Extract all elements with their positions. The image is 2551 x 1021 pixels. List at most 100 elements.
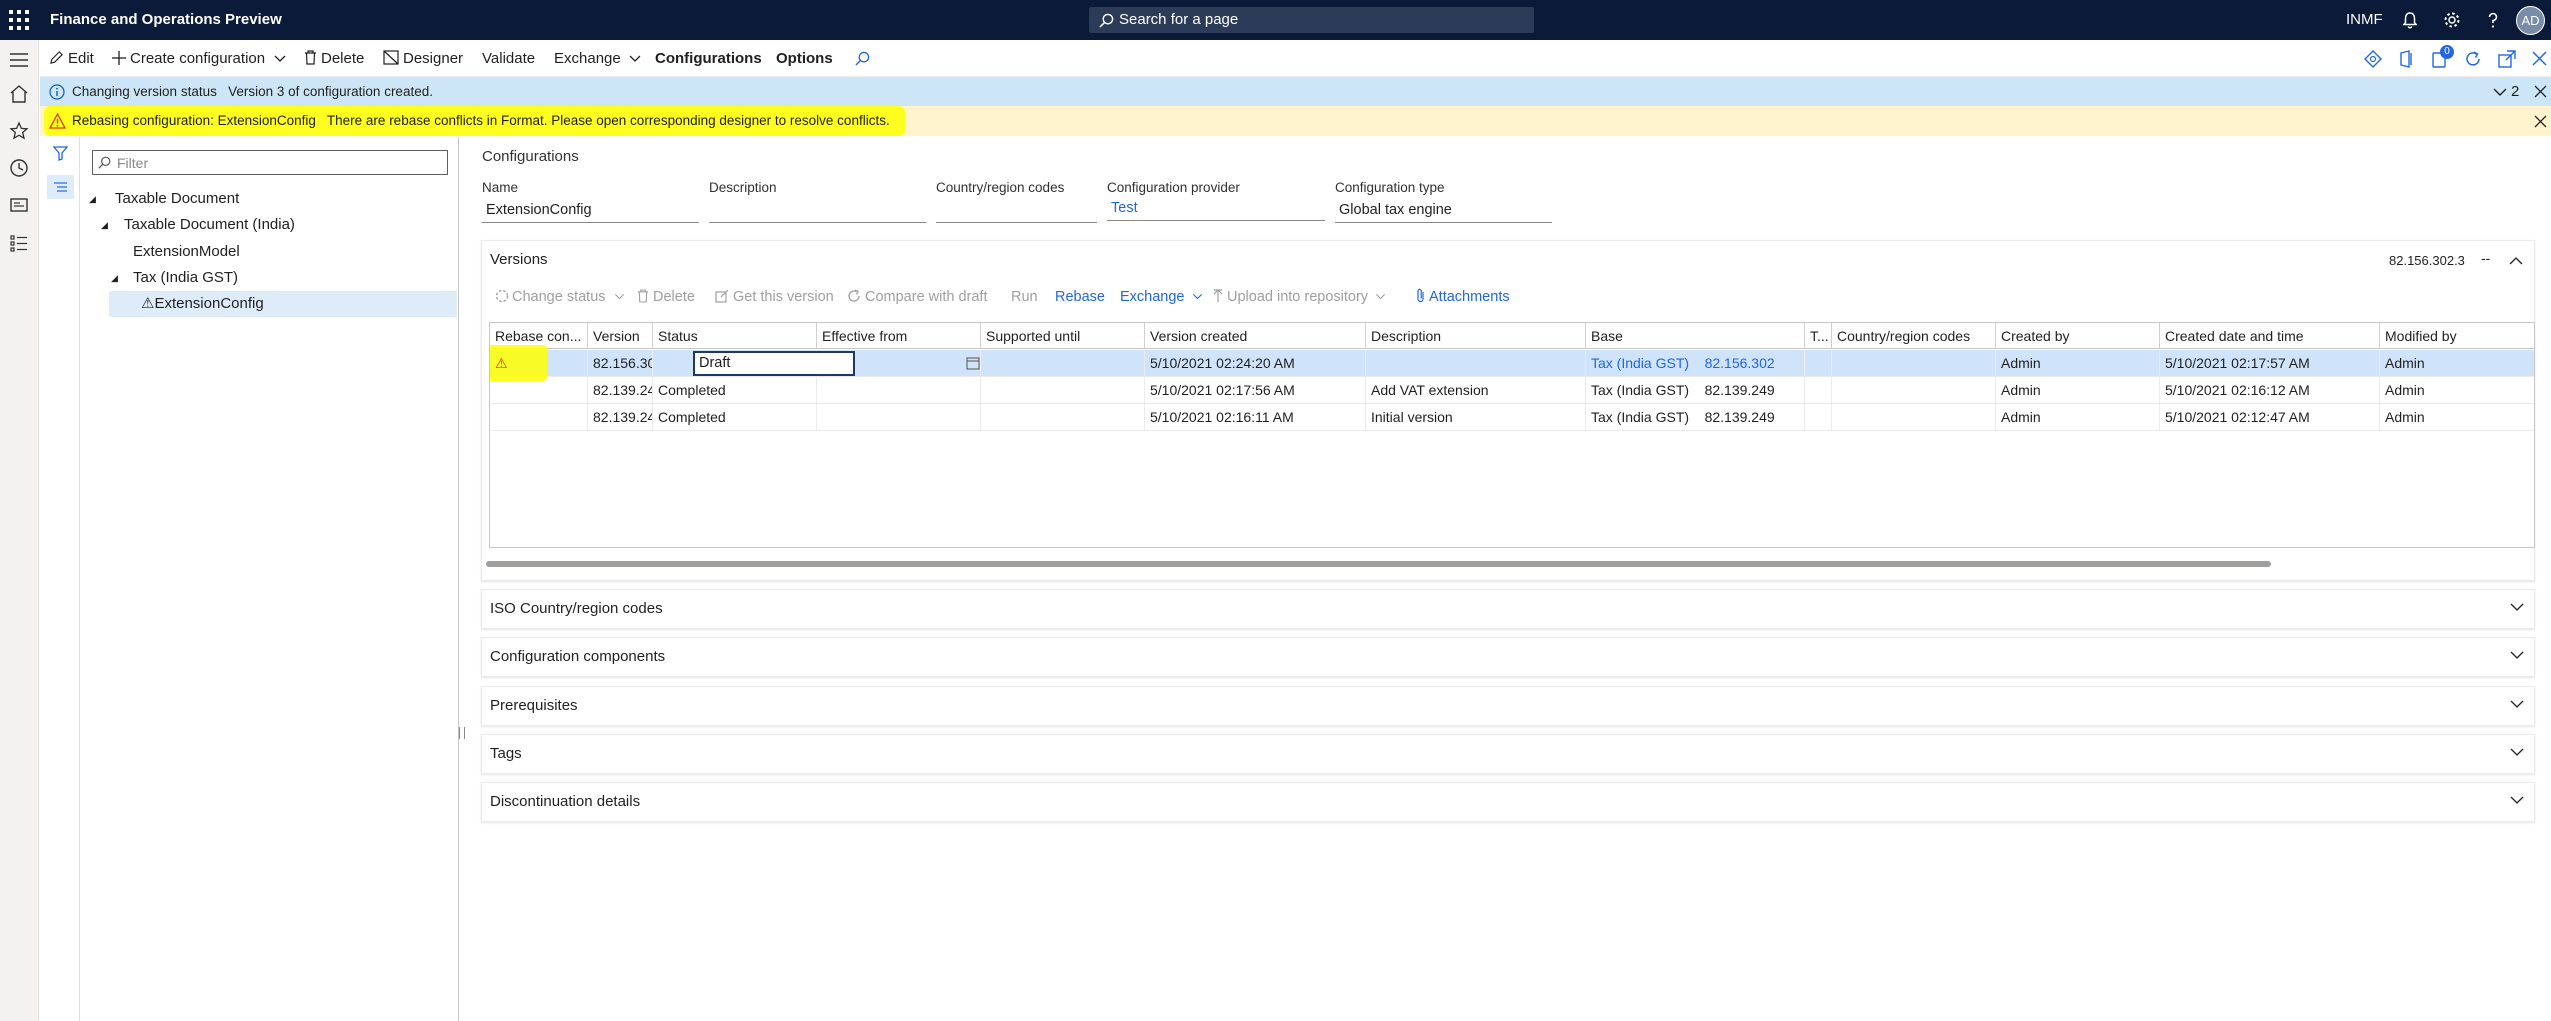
cell-modified-by[interactable]: Admin [2380,377,2534,404]
cell-created-date-time[interactable]: 5/10/2021 02:17:57 AM [2160,350,2380,377]
change-status-menu[interactable]: Change status [495,284,625,310]
workspaces-icon[interactable] [9,195,29,215]
exchange-versions-menu[interactable]: Exchange [1120,284,1203,310]
search-box[interactable]: Search for a page [1089,7,1534,33]
cell-status[interactable]: Completed [653,404,817,431]
cell-description[interactable]: Initial version [1366,404,1586,431]
cell-country-codes[interactable] [1832,377,1996,404]
column-header-base[interactable]: Base [1586,323,1805,349]
chevron-down-icon[interactable] [2510,795,2524,805]
refresh-icon[interactable] [2464,50,2482,68]
cell-status[interactable]: Completed [653,377,817,404]
company-picker[interactable]: INMF [2346,0,2383,40]
country-codes-field[interactable] [936,198,1097,223]
cell-version[interactable]: 82.156.302.3 [588,350,653,377]
column-header-version[interactable]: Version [588,323,653,349]
filter-icon[interactable] [53,146,68,161]
name-field[interactable]: ExtensionConfig [482,198,699,223]
configurations-tab[interactable]: Configurations [655,40,762,77]
tree-filter-input[interactable] [92,150,448,175]
options-tab[interactable]: Options [776,40,833,77]
description-field[interactable] [709,198,926,223]
base-version-link[interactable]: 82.156.302 [1705,355,1775,371]
create-configuration-button[interactable]: Create configuration [112,40,290,77]
attachments-button[interactable]: Attachments [1416,284,1510,310]
cell-base[interactable]: Tax (India GST) 82.139.249 [1586,404,1805,431]
avatar[interactable]: AD [2516,6,2545,35]
tags-fasttab[interactable]: Tags [481,734,2535,774]
compare-with-draft-button[interactable]: Compare with draft [847,284,988,310]
tree-view-toggle[interactable] [47,175,74,199]
cell-rebase-conflicts[interactable] [490,404,588,431]
close-icon[interactable] [2534,115,2547,128]
cell-version[interactable]: 82.139.249.1 [588,404,653,431]
cell-supported-until[interactable] [981,350,1145,377]
hamburger-menu-icon[interactable] [9,50,29,70]
cell-created-by[interactable]: Admin [1996,350,2160,377]
column-header-status[interactable]: Status [653,323,817,349]
column-header-t[interactable]: T... [1805,323,1832,349]
cell-base[interactable]: Tax (India GST) 82.156.302 [1586,350,1805,377]
cell-effective-from[interactable] [817,377,981,404]
home-icon[interactable] [9,84,29,104]
base-link[interactable]: Tax (India GST) [1591,355,1689,371]
app-title[interactable]: Finance and Operations Preview [50,11,282,28]
cell-t[interactable] [1805,350,1832,377]
chevron-down-icon[interactable] [2510,699,2524,709]
provider-link[interactable]: Test [1107,196,1325,221]
cell-description[interactable]: Add VAT extension [1366,377,1586,404]
cell-t[interactable] [1805,404,1832,431]
column-header-created-by[interactable]: Created by [1996,323,2160,349]
cell-created-date-time[interactable]: 5/10/2021 02:16:12 AM [2160,377,2380,404]
delete-version-button[interactable]: Delete [637,284,695,310]
expanded-triangle-icon[interactable]: ◢ [101,212,108,238]
calendar-icon[interactable] [966,356,980,370]
delete-button[interactable]: Delete [304,40,364,77]
table-row[interactable]: ⚠ 82.156.302.3 Draft 5/10/2021 02:24:20 … [490,345,2534,381]
upload-into-repository-menu[interactable]: Upload into repository [1213,284,1386,310]
configuration-components-fasttab[interactable]: Configuration components [481,637,2535,677]
configuration-type-field[interactable]: Global tax engine [1335,198,1552,223]
search-actions-icon[interactable] [855,51,870,66]
cell-supported-until[interactable] [981,404,1145,431]
versions-title[interactable]: Versions [490,251,548,268]
discontinuation-details-fasttab[interactable]: Discontinuation details [481,782,2535,822]
column-header-modified-by[interactable]: Modified by [2380,323,2534,349]
open-new-window-icon[interactable] [2498,50,2516,68]
tree-node-extension-model[interactable]: ExtensionModel [133,239,240,265]
cell-country-codes[interactable] [1832,350,1996,377]
cell-created-by[interactable]: Admin [1996,377,2160,404]
close-icon[interactable] [2534,85,2547,98]
cell-version-created[interactable]: 5/10/2021 02:16:11 AM [1145,404,1366,431]
chevron-down-icon[interactable] [2510,747,2524,757]
chevron-down-icon[interactable] [2493,86,2507,98]
iso-country-codes-fasttab[interactable]: ISO Country/region codes [481,589,2535,629]
cell-version[interactable]: 82.139.249.2 [588,377,653,404]
rebase-button[interactable]: Rebase [1055,284,1105,310]
gear-icon[interactable] [2442,10,2462,30]
cell-version-created[interactable]: 5/10/2021 02:24:20 AM [1145,350,1366,377]
help-icon[interactable] [2483,10,2503,30]
bell-icon[interactable] [2400,10,2420,30]
chevron-down-icon[interactable] [2510,650,2524,660]
favorites-star-icon[interactable] [9,121,29,141]
chevron-down-icon[interactable] [2510,602,2524,612]
cell-created-by[interactable]: Admin [1996,404,2160,431]
modules-list-icon[interactable] [9,233,29,253]
expanded-triangle-icon[interactable]: ◢ [89,186,96,212]
office-integration-icon[interactable] [2364,50,2382,68]
column-header-version-created[interactable]: Version created [1145,323,1366,349]
app-launcher-icon[interactable] [9,10,29,30]
cell-effective-from[interactable] [817,404,981,431]
panel-splitter-handle[interactable] [459,727,465,739]
cell-supported-until[interactable] [981,377,1145,404]
cell-t[interactable] [1805,377,1832,404]
cell-rebase-conflicts[interactable] [490,377,588,404]
cell-modified-by[interactable]: Admin [2380,404,2534,431]
expanded-triangle-icon[interactable]: ◢ [111,265,118,291]
cell-modified-by[interactable]: Admin [2380,350,2534,377]
cell-country-codes[interactable] [1832,404,1996,431]
designer-button[interactable]: Designer [383,40,463,77]
column-header-description[interactable]: Description [1366,323,1586,349]
prerequisites-fasttab[interactable]: Prerequisites [481,686,2535,726]
